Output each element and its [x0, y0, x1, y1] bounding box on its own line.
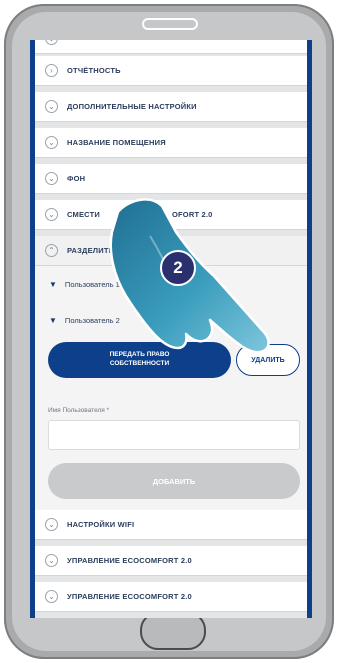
settings-row-manage-1[interactable]: ⌄ УПРАВЛЕНИЕ ECOCOMFORT 2.0	[35, 546, 307, 576]
settings-row-room-name[interactable]: ⌄ НАЗВАНИЕ ПОМЕЩЕНИЯ	[35, 128, 307, 158]
user-name: Пользователь 2	[64, 316, 120, 325]
chevron-down-icon: ⌄	[45, 554, 58, 567]
chevron-down-icon: ⌄	[45, 590, 58, 603]
settings-list: ⌄ › ОТЧЁТНОСТЬ ⌄ ДОПОЛНИТЕЛЬНЫЕ НАСТРОЙК…	[35, 40, 307, 618]
transfer-label-line1: ПЕРЕДАТЬ ПРАВО	[109, 351, 170, 359]
chevron-up-icon: ⌃	[45, 244, 58, 257]
chevron-down-icon: ⌄	[45, 136, 58, 149]
chevron-down-icon: ⌄	[45, 208, 58, 221]
row-label: НАЗВАНИЕ ПОМЕЩЕНИЯ	[67, 138, 166, 147]
add-user-button[interactable]: ДОБАВИТЬ	[48, 463, 300, 499]
chevron-down-icon: ⌄	[45, 40, 58, 45]
chevron-down-icon: ▼	[49, 316, 57, 325]
settings-row-move[interactable]: ⌄ СМЕСТИ OFORT 2.0	[35, 200, 307, 230]
user-item-2[interactable]: ▼ Пользователь 2	[49, 316, 120, 325]
chevron-right-icon: ›	[45, 64, 58, 77]
chevron-down-icon: ⌄	[45, 518, 58, 531]
settings-row-wifi[interactable]: ⌄ НАСТРОЙКИ WIFI	[35, 510, 307, 540]
row-label: ДОПОЛНИТЕЛЬНЫЕ НАСТРОЙКИ	[67, 102, 197, 111]
chevron-down-icon: ⌄	[45, 100, 58, 113]
settings-row-background[interactable]: ⌄ ФОН	[35, 164, 307, 194]
step-number-badge: 2	[160, 250, 196, 286]
transfer-label-line2: СОБСТВЕННОСТИ	[109, 360, 170, 367]
settings-row-advanced[interactable]: ⌄ ДОПОЛНИТЕЛЬНЫЕ НАСТРОЙКИ	[35, 92, 307, 122]
speaker-grille	[142, 18, 198, 30]
username-input[interactable]	[48, 420, 300, 450]
row-label: РАЗДЕЛИТЕ	[67, 246, 114, 255]
user-name: Пользователь 1	[64, 280, 120, 289]
transfer-ownership-button[interactable]: ПЕРЕДАТЬ ПРАВО СОБСТВЕННОСТИ	[48, 342, 231, 378]
chevron-down-icon: ⌄	[45, 172, 58, 185]
app-screen: ⌄ › ОТЧЁТНОСТЬ ⌄ ДОПОЛНИТЕЛЬНЫЕ НАСТРОЙК…	[30, 40, 312, 618]
row-label: НАСТРОЙКИ WIFI	[67, 520, 135, 529]
row-label: ФОН	[67, 174, 86, 183]
row-label: УПРАВЛЕНИЕ ECOCOMFORT 2.0	[67, 592, 192, 601]
row-label: УПРАВЛЕНИЕ ECOCOMFORT 2.0	[67, 556, 192, 565]
username-field-label: Имя Пользователя *	[48, 407, 110, 414]
delete-user-button[interactable]: УДАЛИТЬ	[236, 344, 300, 376]
user-item-1[interactable]: ▼ Пользователь 1	[49, 280, 120, 289]
row-label-tail: OFORT 2.0	[171, 210, 213, 219]
row-label: СМЕСТИ	[67, 210, 100, 219]
settings-row-reports[interactable]: › ОТЧЁТНОСТЬ	[35, 56, 307, 86]
settings-row-manage-2[interactable]: ⌄ УПРАВЛЕНИЕ ECOCOMFORT 2.0	[35, 582, 307, 612]
settings-row-hidden[interactable]: ⌄	[35, 40, 307, 54]
row-label: ОТЧЁТНОСТЬ	[67, 66, 121, 75]
chevron-down-icon: ▼	[49, 280, 57, 289]
